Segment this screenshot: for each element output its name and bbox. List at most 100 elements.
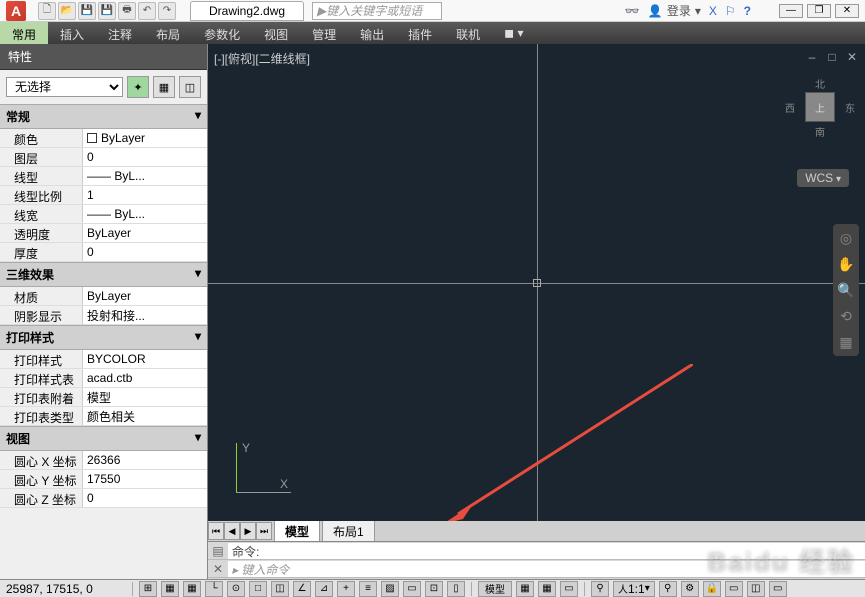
prop-value[interactable]: ByLayer bbox=[82, 287, 207, 305]
prop-group-header[interactable]: 打印样式▾ bbox=[0, 325, 207, 350]
ribbon-tab-plugins[interactable]: 插件 bbox=[396, 22, 444, 44]
sb-ducs-icon[interactable]: ⊿ bbox=[315, 581, 333, 597]
nav-pan-icon[interactable]: ✋ bbox=[836, 254, 856, 274]
prop-row[interactable]: 打印样式BYCOLOR bbox=[0, 350, 207, 369]
nav-showmotion-icon[interactable]: ▦ bbox=[836, 332, 856, 352]
sb-lock-icon[interactable]: 🔒 bbox=[703, 581, 721, 597]
viewport-maximize-icon[interactable]: □ bbox=[825, 50, 839, 64]
layout-nav-prev[interactable]: ◀ bbox=[224, 522, 240, 540]
sb-otrack-icon[interactable]: ∠ bbox=[293, 581, 311, 597]
prop-value[interactable]: ByLayer bbox=[82, 224, 207, 242]
sb-infer-icon[interactable]: ⊞ bbox=[139, 581, 157, 597]
prop-group-header[interactable]: 三维效果▾ bbox=[0, 262, 207, 287]
sb-am-icon[interactable]: ▯ bbox=[447, 581, 465, 597]
viewport-close-icon[interactable]: ✕ bbox=[845, 50, 859, 64]
prop-value[interactable]: 模型 bbox=[82, 388, 207, 406]
selection-dropdown[interactable]: 无选择 bbox=[6, 77, 123, 97]
layout-nav-last[interactable]: ⏭ bbox=[256, 522, 272, 540]
ribbon-tab-home[interactable]: 常用 bbox=[0, 22, 48, 44]
ribbon-tab-output[interactable]: 输出 bbox=[348, 22, 396, 44]
search-input[interactable]: ▶ 键入关键字或短语 bbox=[312, 2, 442, 20]
drawing-canvas[interactable]: [-][俯视][二维线框] – □ ✕ Y X 北 南 东 bbox=[208, 44, 865, 521]
prop-value[interactable]: ByLayer bbox=[82, 129, 207, 147]
ribbon-tab-insert[interactable]: 插入 bbox=[48, 22, 96, 44]
sb-qp-icon[interactable]: ▭ bbox=[403, 581, 421, 597]
viewcube[interactable]: 北 南 东 西 上 bbox=[785, 74, 855, 164]
sb-layout-icon[interactable]: ▦ bbox=[516, 581, 534, 597]
prop-row[interactable]: 打印表类型颜色相关 bbox=[0, 407, 207, 426]
select-objects-button[interactable]: ▦ bbox=[153, 76, 175, 98]
minimize-button[interactable]: — bbox=[779, 4, 803, 18]
x-icon[interactable]: X bbox=[709, 4, 717, 18]
sb-annoscale-icon[interactable]: ⚲ bbox=[591, 581, 609, 597]
qat-undo-icon[interactable]: ↶ bbox=[138, 2, 156, 20]
sb-clean-icon[interactable]: ▭ bbox=[769, 581, 787, 597]
viewport-label[interactable]: [-][俯视][二维线框] bbox=[214, 50, 310, 67]
viewport-minimize-icon[interactable]: – bbox=[805, 50, 819, 64]
prop-value[interactable]: 17550 bbox=[82, 470, 207, 488]
ribbon-tab-expand[interactable]: ◼ ▾ bbox=[492, 22, 535, 44]
qat-open-icon[interactable]: 📂 bbox=[58, 2, 76, 20]
prop-row[interactable]: 透明度ByLayer bbox=[0, 224, 207, 243]
ribbon-tab-view[interactable]: 视图 bbox=[252, 22, 300, 44]
prop-row[interactable]: 线型比例1 bbox=[0, 186, 207, 205]
viewcube-south[interactable]: 南 bbox=[815, 124, 825, 139]
sb-model-button[interactable]: 模型 bbox=[478, 581, 512, 597]
layout-tab-model[interactable]: 模型 bbox=[274, 520, 320, 543]
prop-value[interactable]: 26366 bbox=[82, 451, 207, 469]
prop-row[interactable]: 图层0 bbox=[0, 148, 207, 167]
prop-value[interactable]: —— ByL... bbox=[82, 205, 207, 223]
wcs-badge[interactable]: WCS ▾ bbox=[797, 169, 849, 187]
prop-value[interactable]: BYCOLOR bbox=[82, 350, 207, 368]
prop-row[interactable]: 打印样式表acad.ctb bbox=[0, 369, 207, 388]
prop-group-header[interactable]: 常规▾ bbox=[0, 104, 207, 129]
exchange-icon[interactable]: ⚐ bbox=[725, 4, 736, 18]
prop-group-header[interactable]: 视图▾ bbox=[0, 426, 207, 451]
ribbon-tab-parametric[interactable]: 参数化 bbox=[192, 22, 252, 44]
help-icon[interactable]: ? bbox=[744, 4, 751, 18]
sb-lwt-icon[interactable]: ≡ bbox=[359, 581, 377, 597]
ribbon-tab-online[interactable]: 联机 bbox=[444, 22, 492, 44]
sb-qview-icon[interactable]: ▦ bbox=[538, 581, 556, 597]
ribbon-tab-annotate[interactable]: 注释 bbox=[96, 22, 144, 44]
ribbon-tab-manage[interactable]: 管理 bbox=[300, 22, 348, 44]
sb-scale-button[interactable]: 人 1:1 ▾ bbox=[613, 581, 655, 597]
cmd-close-icon[interactable]: ✕ bbox=[208, 562, 228, 576]
prop-value[interactable]: 0 bbox=[82, 148, 207, 166]
prop-value[interactable]: 颜色相关 bbox=[82, 407, 207, 425]
maximize-button[interactable]: ❐ bbox=[807, 4, 831, 18]
layout-tab-layout1[interactable]: 布局1 bbox=[322, 520, 375, 543]
layout-nav-next[interactable]: ▶ bbox=[240, 522, 256, 540]
sb-iso-icon[interactable]: ◫ bbox=[747, 581, 765, 597]
sb-hw-icon[interactable]: ▭ bbox=[725, 581, 743, 597]
sb-dyn-icon[interactable]: + bbox=[337, 581, 355, 597]
qat-save-icon[interactable]: 💾 bbox=[78, 2, 96, 20]
prop-value[interactable]: acad.ctb bbox=[82, 369, 207, 387]
sb-ws-icon[interactable]: ⚙ bbox=[681, 581, 699, 597]
document-tab[interactable]: Drawing2.dwg bbox=[190, 1, 304, 21]
qat-redo-icon[interactable]: ↷ bbox=[158, 2, 176, 20]
prop-row[interactable]: 阴影显示投射和接... bbox=[0, 306, 207, 325]
sb-maximize-icon[interactable]: ▭ bbox=[560, 581, 578, 597]
qat-saveas-icon[interactable]: 💾 bbox=[98, 2, 116, 20]
toggle-pim-button[interactable]: ◫ bbox=[179, 76, 201, 98]
prop-value[interactable]: 投射和接... bbox=[82, 306, 207, 324]
prop-row[interactable]: 圆心 X 坐标26366 bbox=[0, 451, 207, 470]
sb-tpy-icon[interactable]: ▨ bbox=[381, 581, 399, 597]
prop-value[interactable]: —— ByL... bbox=[82, 167, 207, 185]
layout-nav-first[interactable]: ⏮ bbox=[208, 522, 224, 540]
prop-row[interactable]: 线宽—— ByL... bbox=[0, 205, 207, 224]
nav-fullnav-icon[interactable]: ◎ bbox=[836, 228, 856, 248]
sb-sc-icon[interactable]: ⊡ bbox=[425, 581, 443, 597]
qat-print-icon[interactable]: 🖶 bbox=[118, 2, 136, 20]
prop-row[interactable]: 圆心 Z 坐标0 bbox=[0, 489, 207, 508]
app-logo[interactable]: A bbox=[6, 1, 26, 21]
quick-select-button[interactable]: ✦ bbox=[127, 76, 149, 98]
login-button[interactable]: 👤 登录 ▾ bbox=[648, 2, 701, 19]
sb-osnap-icon[interactable]: □ bbox=[249, 581, 267, 597]
prop-value[interactable]: 1 bbox=[82, 186, 207, 204]
sb-polar-icon[interactable]: ⊙ bbox=[227, 581, 245, 597]
prop-value[interactable]: 0 bbox=[82, 489, 207, 507]
prop-row[interactable]: 线型—— ByL... bbox=[0, 167, 207, 186]
prop-row[interactable]: 颜色ByLayer bbox=[0, 129, 207, 148]
